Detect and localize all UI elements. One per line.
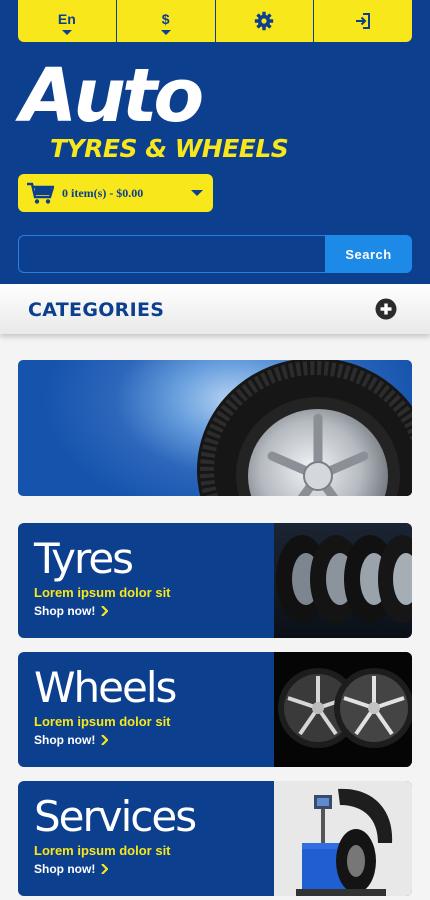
- chevron-right-icon: [101, 864, 109, 874]
- plus-circle-icon[interactable]: [375, 298, 397, 320]
- currency-label: $: [161, 10, 170, 27]
- logo-subtitle: TYRES & WHEELS: [50, 134, 289, 163]
- shop-now-link[interactable]: Shop now!: [34, 604, 109, 618]
- chevron-down-icon: [191, 190, 203, 196]
- promo-card-wheels[interactable]: Wheels Lorem ipsum dolor sit Shop now!: [18, 652, 412, 767]
- tire-changer-image: [274, 781, 412, 896]
- promo-title: Tyres: [34, 534, 134, 583]
- hero-banner[interactable]: [18, 360, 412, 496]
- search-button[interactable]: Search: [325, 235, 412, 273]
- shop-now-link[interactable]: Shop now!: [34, 733, 109, 747]
- cart-icon: [27, 182, 54, 204]
- shop-now-label: Shop now!: [34, 733, 96, 747]
- promo-title: Services: [34, 792, 197, 841]
- categories-label: CATEGORIES: [28, 299, 165, 321]
- chevron-right-icon: [101, 606, 109, 616]
- cart-dropdown[interactable]: 0 item(s) - $0.00: [18, 174, 213, 212]
- promo-subtitle: Lorem ipsum dolor sit: [34, 585, 171, 600]
- language-selector[interactable]: En: [18, 0, 117, 42]
- shop-now-link[interactable]: Shop now!: [34, 862, 109, 876]
- settings-button[interactable]: [216, 0, 315, 42]
- currency-selector[interactable]: $: [117, 0, 216, 42]
- categories-bar[interactable]: CATEGORIES: [0, 284, 430, 334]
- search-input[interactable]: [18, 235, 326, 273]
- promo-card-tyres[interactable]: Tyres Lorem ipsum dolor sit Shop now!: [18, 523, 412, 638]
- gear-icon: [255, 11, 274, 31]
- login-button[interactable]: [314, 0, 412, 42]
- tyres-image: [274, 523, 412, 638]
- promo-subtitle: Lorem ipsum dolor sit: [34, 843, 171, 858]
- top-toolbar: En $: [18, 0, 412, 42]
- chevron-down-icon: [160, 29, 171, 35]
- promo-subtitle: Lorem ipsum dolor sit: [34, 714, 171, 729]
- sign-in-icon: [356, 13, 371, 29]
- shop-now-label: Shop now!: [34, 862, 96, 876]
- chevron-down-icon: [61, 29, 72, 35]
- chevron-right-icon: [101, 735, 109, 745]
- shop-now-label: Shop now!: [34, 604, 96, 618]
- language-label: En: [57, 10, 76, 27]
- tyre-banner-image: [197, 360, 412, 496]
- promo-title: Wheels: [34, 663, 177, 712]
- promo-card-services[interactable]: Services Lorem ipsum dolor sit Shop now!: [18, 781, 412, 896]
- wheels-image: [274, 652, 412, 767]
- cart-summary: 0 item(s) - $0.00: [62, 185, 144, 200]
- logo-title: Auto: [20, 53, 204, 139]
